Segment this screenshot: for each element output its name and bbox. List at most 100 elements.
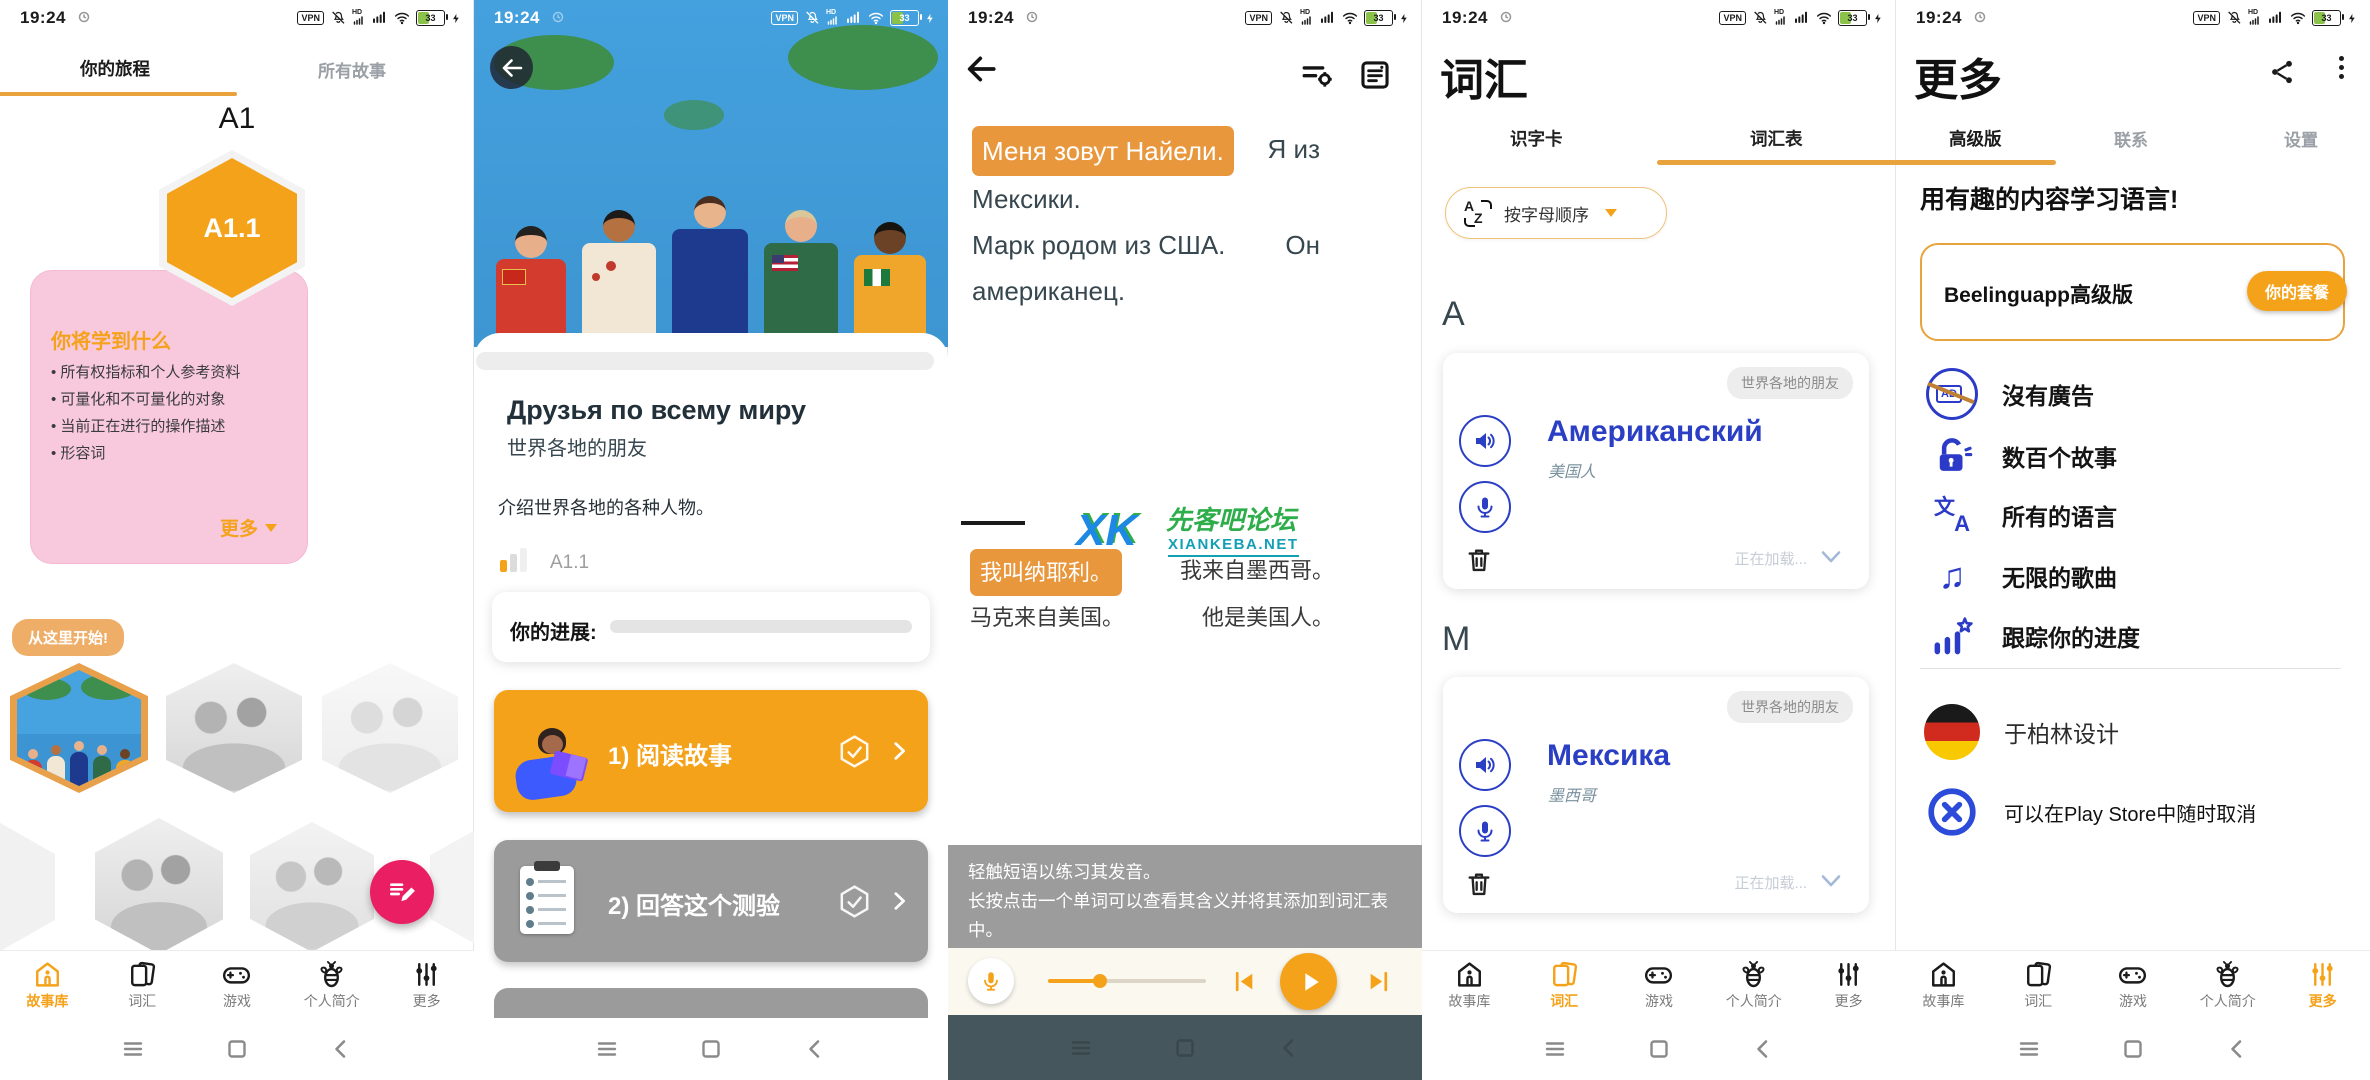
reader-settings-icon[interactable] [1300,58,1334,92]
read-story-button[interactable]: 1) 阅读故事 [494,690,928,812]
sentence[interactable]: Я из [1268,126,1320,176]
tab-premium[interactable]: 高级版 [1949,126,2002,151]
seek-slider[interactable] [1048,979,1206,983]
story-hex-locked[interactable] [250,822,374,952]
bee-icon [317,960,346,989]
android-nav [0,1018,474,1080]
record-button[interactable] [968,958,1014,1004]
translation[interactable]: 马克来自美国。 [970,596,1124,639]
record-word-button[interactable] [1459,481,1511,533]
tab-contact[interactable]: 联系 [2114,126,2148,151]
progress-chart-icon [1930,614,1974,658]
cancel-anytime-row: 可以在Play Store中随时取消 [1924,782,2256,842]
home-icon[interactable] [2121,1037,2145,1061]
your-plan-button[interactable]: 你的套餐 [2247,271,2347,311]
nav-more[interactable]: 更多 [1801,951,1896,1019]
nav-vocab[interactable]: 词汇 [1517,951,1612,1019]
vocab-word[interactable]: Американский [1547,415,1763,449]
delete-word-button[interactable] [1465,546,1493,574]
nav-vocab[interactable]: 词汇 [95,951,190,1019]
highlighted-translation[interactable]: 我叫纳耶利。 [970,549,1122,596]
status-time: 19:24 [20,8,66,28]
play-icon [1296,968,1324,996]
status-time: 19:24 [494,8,540,28]
speak-word-button[interactable] [1459,739,1511,791]
nav-library[interactable]: 故事库 [0,951,95,1019]
nav-games[interactable]: 游戏 [2086,951,2181,1019]
recents-icon[interactable] [1069,1036,1093,1060]
expand-chevron-icon[interactable] [1819,545,1843,569]
tab-underline [1896,160,2056,165]
record-word-button[interactable] [1459,805,1511,857]
more-expander[interactable]: 更多 [220,514,277,541]
vocab-translation: 美国人 [1548,458,1596,482]
recents-icon[interactable] [595,1037,619,1061]
home-icon[interactable] [1647,1037,1671,1061]
tab-your-journey[interactable]: 你的旅程 [80,56,150,81]
home-icon[interactable] [699,1037,723,1061]
sentence-row[interactable]: Меня зовут Найели. Я из [972,126,1320,176]
tab-flashcards[interactable]: 识字卡 [1510,126,1563,151]
nav-more[interactable]: 更多 [2275,951,2370,1019]
nav-games[interactable]: 游戏 [190,951,285,1019]
edit-journey-fab[interactable] [370,860,434,924]
story-hex-locked[interactable] [322,663,458,793]
back-icon[interactable] [329,1037,353,1061]
expand-chevron-icon[interactable] [1819,869,1843,893]
tab-all-stories[interactable]: 所有故事 [318,57,386,82]
sentence[interactable]: Мексики. [972,176,1320,222]
nav-profile[interactable]: 个人简介 [2180,951,2275,1019]
quiz-button[interactable]: 2) 回答这个测验 [494,840,928,962]
back-icon[interactable] [803,1037,827,1061]
delete-word-button[interactable] [1465,870,1493,898]
nav-library[interactable]: 故事库 [1896,951,1991,1019]
share-icon[interactable] [2268,58,2296,86]
tab-wordlist[interactable]: 词汇表 [1750,126,1803,151]
speak-word-button[interactable] [1459,415,1511,467]
vocab-word[interactable]: Мексика [1547,739,1670,773]
sentence-row[interactable]: Марк родом из США. Он [972,222,1320,268]
nav-games[interactable]: 游戏 [1612,951,1707,1019]
home-icon[interactable] [1173,1036,1197,1060]
nav-library[interactable]: 故事库 [1422,951,1517,1019]
story-hex-locked[interactable] [166,663,302,793]
bell-muted-icon [1752,10,1768,26]
recents-icon[interactable] [2017,1037,2041,1061]
clock-icon [1974,11,1986,23]
highlighted-sentence[interactable]: Меня зовут Найели. [972,126,1234,176]
triangle-down-icon [1605,209,1617,217]
nav-profile[interactable]: 个人简介 [284,951,379,1019]
sentence[interactable]: американец. [972,268,1320,314]
triangle-down-icon [265,524,277,532]
nav-more[interactable]: 更多 [379,951,474,1019]
recents-icon[interactable] [1543,1037,1567,1061]
bee-icon [1739,960,1768,989]
story-hex-locked[interactable] [95,818,223,954]
read-story-label: 1) 阅读故事 [608,736,732,771]
sentence[interactable]: Марк родом из США. [972,222,1225,268]
translation-row[interactable]: 马克来自美国。 他是美国人。 [970,596,1334,639]
play-button[interactable] [1280,953,1337,1010]
nav-vocab[interactable]: 词汇 [1991,951,2086,1019]
sentence[interactable]: Он [1285,222,1320,268]
story-hex-active[interactable] [10,663,148,793]
recents-icon[interactable] [121,1037,145,1061]
tab-settings[interactable]: 设置 [2284,126,2318,151]
kebab-menu-icon[interactable] [2339,56,2344,79]
back-button[interactable] [964,52,998,86]
back-button[interactable] [490,46,533,89]
slider-knob[interactable] [1093,974,1107,988]
nav-profile[interactable]: 个人简介 [1706,951,1801,1019]
feature-label: 沒有廣告 [2002,377,2094,411]
back-icon[interactable] [1751,1037,1775,1061]
signal2-icon [372,10,388,26]
translation[interactable]: 他是美国人。 [1202,596,1334,639]
card-view-icon[interactable] [1358,58,1392,92]
home-icon[interactable] [225,1037,249,1061]
previous-icon[interactable] [1232,969,1257,994]
next-icon[interactable] [1366,969,1391,994]
sort-dropdown[interactable]: A Z 按字母顺序 [1445,187,1667,239]
back-icon[interactable] [1277,1036,1301,1060]
back-icon[interactable] [2225,1037,2249,1061]
story-title: Друзья по всему миру [507,395,806,426]
